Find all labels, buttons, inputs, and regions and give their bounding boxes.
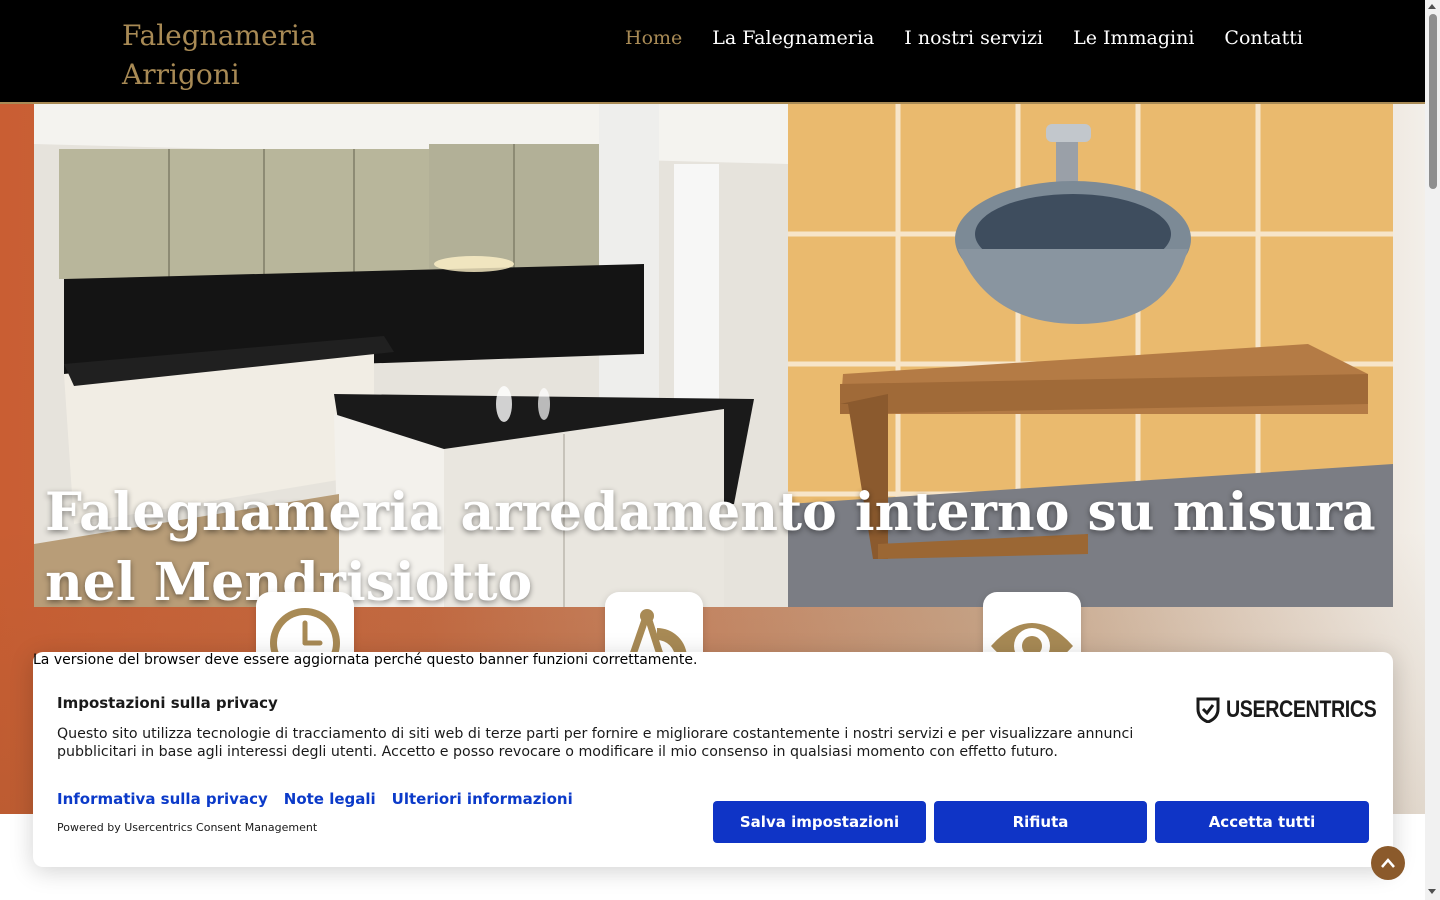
nav-servizi[interactable]: I nostri servizi — [889, 22, 1058, 54]
main-nav: Home La Falegnameria I nostri servizi Le… — [610, 22, 1318, 54]
hero-title: Falegnameria arredamento interno su misu… — [45, 478, 1385, 618]
nav-immagini[interactable]: Le Immagini — [1058, 22, 1209, 54]
usercentrics-logo: USERCENTRICS — [1196, 696, 1409, 724]
consent-body: Questo sito utilizza tecnologie di tracc… — [57, 726, 1134, 760]
site-header: Falegnameria Arrigoni Home La Falegnamer… — [0, 0, 1425, 104]
legal-notes-link[interactable]: Note legali — [284, 790, 376, 808]
consent-banner: Impostazioni sulla privacy Questo sito u… — [33, 652, 1393, 867]
nav-home[interactable]: Home — [610, 22, 697, 54]
hero-title-line-1: Falegnameria arredamento interno su misu… — [45, 482, 1376, 543]
chevron-up-icon — [1381, 858, 1395, 868]
consent-links: Informativa sulla privacy Note legali Ul… — [57, 790, 573, 808]
more-info-link[interactable]: Ulteriori informazioni — [392, 790, 573, 808]
privacy-policy-link[interactable]: Informativa sulla privacy — [57, 790, 268, 808]
save-settings-button[interactable]: Salva impostazioni — [713, 801, 926, 843]
scroll-up-arrow[interactable] — [1428, 4, 1436, 9]
logo-line-2: Arrigoni — [122, 58, 240, 91]
scroll-to-top-button[interactable] — [1371, 846, 1405, 880]
shield-check-icon — [1196, 697, 1220, 723]
logo-line-1: Falegnameria — [122, 19, 317, 52]
usercentrics-brand: USERCENTRICS — [1226, 696, 1377, 723]
nav-falegnameria[interactable]: La Falegnameria — [697, 22, 889, 54]
scroll-down-arrow[interactable] — [1428, 889, 1436, 894]
nav-contatti[interactable]: Contatti — [1209, 22, 1318, 54]
browser-update-warning: La versione del browser deve essere aggi… — [33, 652, 698, 668]
scrollbar-thumb[interactable] — [1429, 14, 1437, 189]
accept-all-button[interactable]: Accetta tutti — [1155, 801, 1369, 843]
powered-by: Powered by Usercentrics Consent Manageme… — [57, 821, 318, 834]
consent-title: Impostazioni sulla privacy — [57, 694, 278, 712]
deny-button[interactable]: Rifiuta — [934, 801, 1147, 843]
site-logo[interactable]: Falegnameria Arrigoni — [122, 16, 362, 94]
